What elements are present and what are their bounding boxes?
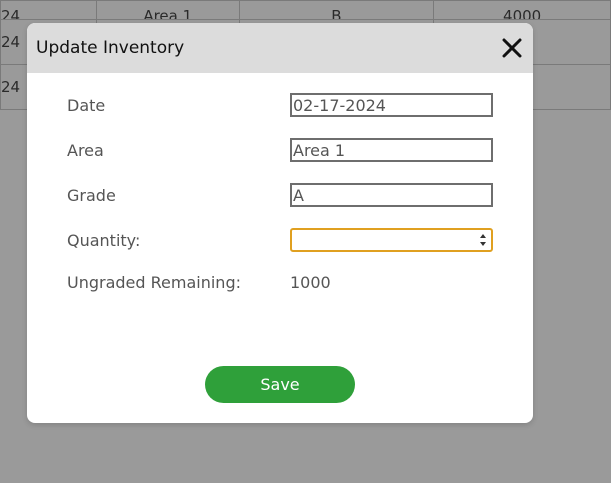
table-row: 24 Area 1 B 4000 xyxy=(0,0,611,20)
modal-header: Update Inventory xyxy=(27,23,533,73)
update-inventory-modal: Update Inventory Date Area Grade Quantit… xyxy=(27,23,533,423)
save-button[interactable]: Save xyxy=(205,366,355,403)
date-label: Date xyxy=(67,95,106,115)
table-cell: B xyxy=(238,0,435,20)
spinner-icon[interactable] xyxy=(479,233,487,247)
quantity-label: Quantity: xyxy=(67,230,141,250)
modal-title: Update Inventory xyxy=(36,38,185,58)
date-row: Date xyxy=(67,93,493,117)
area-input[interactable] xyxy=(290,138,493,162)
date-input[interactable] xyxy=(290,93,493,117)
quantity-row: Quantity: xyxy=(67,228,493,252)
ungraded-value: 1000 xyxy=(290,273,331,292)
area-label: Area xyxy=(67,140,104,160)
grade-input[interactable] xyxy=(290,183,493,207)
ungraded-label: Ungraded Remaining: xyxy=(67,273,241,292)
table-cell: Area 1 xyxy=(95,0,240,20)
area-row: Area xyxy=(67,138,493,162)
table-cell: 4000 xyxy=(433,0,611,20)
ungraded-row: Ungraded Remaining: 1000 xyxy=(67,273,331,292)
close-icon[interactable] xyxy=(500,36,524,60)
quantity-stepper[interactable] xyxy=(290,228,493,252)
table-cell: 24 xyxy=(0,0,97,20)
grade-label: Grade xyxy=(67,185,116,205)
grade-row: Grade xyxy=(67,183,493,207)
